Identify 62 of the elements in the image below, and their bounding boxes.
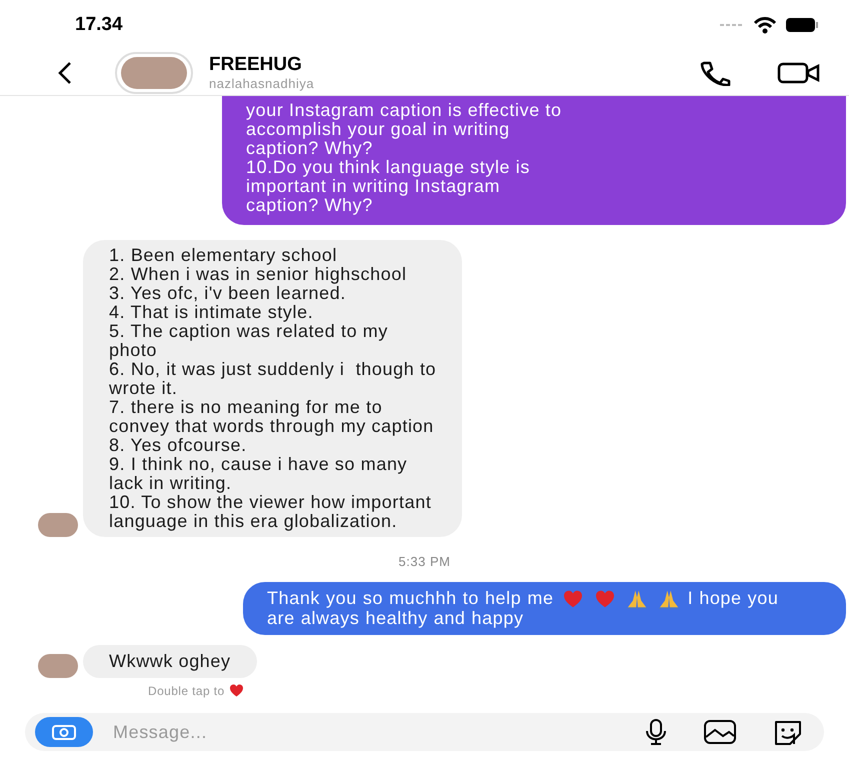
message-text: Wkwwk oghey [109,652,231,670]
video-call-button[interactable] [777,60,821,84]
contact-username: nazlahasnadhiya [209,76,316,92]
microphone-icon [644,718,668,746]
message-text: language in this era globalization. [109,512,398,531]
message-text: hope [699,589,742,608]
battery-icon [785,17,819,33]
message-text: 2. When i was in senior highschool [109,265,408,284]
microphone-button[interactable] [644,718,668,746]
message-text: photo [109,341,158,360]
message-text: 1. Been elementary school [109,246,338,265]
message-text: healthy [365,608,428,628]
call-button[interactable] [698,60,732,86]
message-text: your Instagram caption is effective to [246,101,563,120]
sticker-icon [772,718,804,746]
gallery-button[interactable] [703,719,737,745]
message-text: Thank [267,589,320,608]
message-text: 9. I think no, cause i have so many [109,455,408,474]
wifi-icon [753,16,777,34]
message-text: caption? Why? [246,139,373,158]
profile-avatar[interactable] [115,52,193,94]
status-time: 17.34 [75,12,123,37]
message-text: 3. Yes ofc, i'v been learned. [109,284,346,303]
message-text: are [267,608,295,628]
signal-icon [719,22,745,28]
message-text: happy [472,608,524,628]
message-text: wrote it. [109,379,178,398]
message-text: you [748,589,778,608]
message-text: muchhh [389,589,457,608]
message-text: always [300,608,360,628]
heart-icon [228,684,244,697]
message-text: lack in writing. [109,474,233,493]
message-text: 10.Do you think language style is [246,158,531,177]
message-text: 5. The caption was related to my [109,322,390,341]
message-text: 7. there is no meaning for me to [109,398,384,417]
message-text: important in writing Instagram [246,177,500,196]
message-text: convey that words through my caption [109,417,435,436]
contact-name: FREEHUG [209,52,303,76]
message-text: accomplish your goal in writing [246,120,511,139]
video-camera-icon [777,60,821,84]
camera-icon [51,723,77,741]
message-text: help [484,589,522,608]
message-input-field[interactable]: Message... [25,713,824,751]
message-text: so [362,589,384,608]
message-text: to [462,589,479,608]
message-text: me [527,589,554,608]
message-text: caption? Why? [246,196,373,215]
message-input[interactable]: Message... [113,718,644,746]
message-text: 4. That is intimate style. [109,303,314,322]
message-text: 8. Yes ofcourse. [109,436,248,455]
message-text: 10. To show the viewer how important [109,493,432,512]
message-text: 6. No, it was just suddenly i though to [109,360,436,379]
double-tap-hint: Double tap to [148,682,225,698]
phone-icon [698,60,732,86]
image-icon [703,719,737,745]
message-text: you [326,589,357,608]
message-timestamp: 5:33 PM [398,553,450,571]
sticker-button[interactable] [772,718,804,746]
message-text: I [688,589,694,608]
back-icon [58,60,72,84]
message-text: and [434,608,466,628]
camera-button[interactable] [35,717,93,747]
